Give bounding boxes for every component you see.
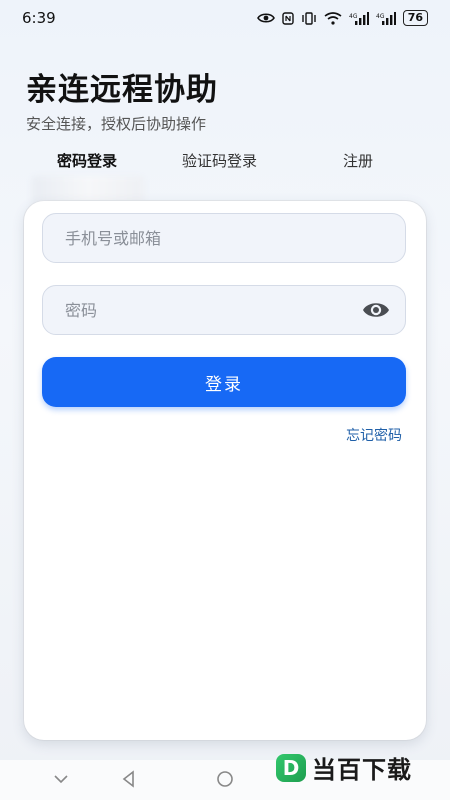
app-subtitle: 安全连接，授权后协助操作 — [26, 115, 207, 133]
battery-icon: 76 — [402, 10, 428, 26]
tab-register[interactable]: 注册 — [343, 150, 373, 171]
login-button[interactable]: 登录 — [42, 357, 406, 407]
password-field[interactable] — [42, 285, 406, 335]
login-tabs: 密码登录 验证码登录 注册 — [0, 150, 450, 176]
app-title: 亲连远程协助 — [26, 72, 218, 108]
status-time: 6:39 — [22, 9, 56, 27]
chevron-down-icon[interactable] — [52, 770, 70, 788]
watermark-d-icon: D — [276, 753, 306, 782]
vibrate-icon — [301, 11, 316, 25]
tab-password-login[interactable]: 密码登录 — [57, 150, 117, 171]
watermark-logo: D 当百下载 — [276, 750, 412, 785]
account-input[interactable] — [63, 227, 337, 249]
tab-code-login[interactable]: 验证码登录 — [182, 150, 257, 171]
back-icon[interactable] — [120, 770, 138, 788]
signal-icon-2: 4G — [376, 11, 396, 25]
wifi-icon — [324, 11, 342, 25]
forgot-password-link[interactable]: 忘记密码 — [346, 425, 402, 445]
nfc-icon — [281, 11, 294, 25]
signal-icon-1: 4G — [349, 11, 369, 25]
home-icon[interactable] — [215, 770, 235, 788]
password-input[interactable] — [63, 299, 337, 321]
svg-text:4G: 4G — [349, 13, 358, 20]
account-field[interactable] — [42, 213, 406, 263]
status-icons: 4G 4G 76 — [256, 10, 428, 26]
status-bar: 6:39 4G 4G 76 — [0, 0, 450, 36]
login-card: 登录 忘记密码 — [24, 201, 426, 740]
svg-text:4G: 4G — [376, 13, 385, 20]
watermark-text: 当百下载 — [312, 756, 412, 784]
show-password-icon[interactable] — [361, 299, 391, 321]
eye-status-icon — [256, 13, 275, 23]
